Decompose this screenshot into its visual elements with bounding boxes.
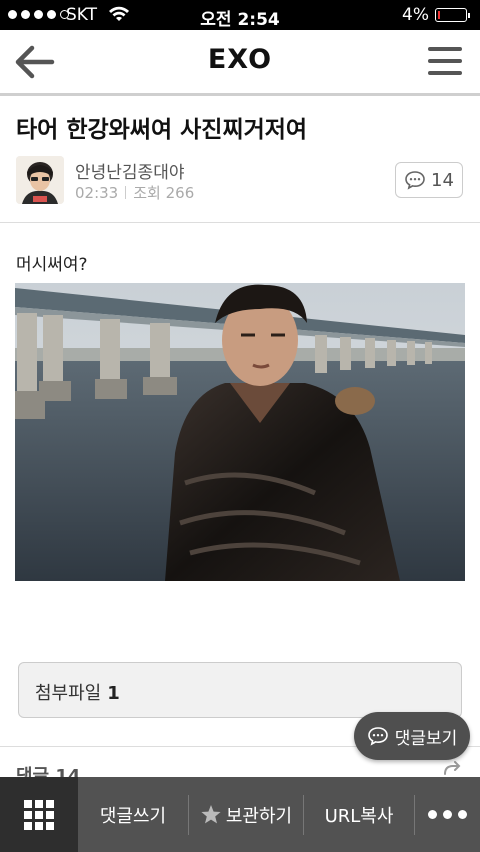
post-time: 02:33 — [75, 183, 119, 202]
status-bar: SKT 오전 2:54 4% — [0, 0, 480, 30]
speech-bubble-icon — [367, 727, 388, 746]
view-count: 조회 266 — [133, 184, 195, 202]
post-title: 타어 한강와써여 사진찌거저여 — [16, 117, 308, 143]
copy-url-button[interactable]: URL복사 — [304, 777, 414, 852]
hamburger-menu-icon[interactable] — [428, 47, 464, 77]
header-divider — [0, 222, 480, 223]
attachment-label: 첨부파일 1 — [35, 679, 120, 705]
battery-percent: 4% — [402, 5, 429, 25]
battery-icon — [435, 8, 470, 22]
author-name[interactable]: 안녕난김종대야 — [75, 158, 184, 183]
post-photo[interactable] — [15, 283, 465, 581]
post-body: 머시써여? — [16, 255, 88, 275]
comment-count-button[interactable]: 14 — [395, 162, 463, 198]
attachment-count: 1 — [107, 683, 120, 704]
copy-url-label: URL복사 — [324, 805, 394, 827]
attachment-text: 첨부파일 — [35, 683, 102, 704]
speech-bubble-icon — [405, 171, 425, 190]
more-button[interactable] — [415, 777, 479, 852]
bookmark-button[interactable]: 보관하기 — [189, 777, 303, 852]
view-comments-button[interactable]: 댓글보기 — [354, 712, 470, 760]
meta-divider — [125, 186, 127, 199]
nav-bar: EXO — [0, 30, 480, 96]
avatar[interactable] — [16, 156, 64, 204]
post-meta: 02:33 조회 266 — [75, 182, 194, 203]
write-comment-label: 댓글쓰기 — [99, 805, 167, 827]
app-grid-button[interactable] — [0, 777, 78, 852]
bottom-toolbar: 댓글쓰기 보관하기 URL복사 — [0, 777, 480, 852]
grid-icon — [24, 799, 54, 830]
more-dots-icon — [427, 810, 467, 819]
write-comment-button[interactable]: 댓글쓰기 — [78, 777, 188, 852]
comment-count: 14 — [431, 169, 454, 191]
refresh-icon[interactable] — [442, 760, 462, 778]
star-icon — [201, 805, 221, 824]
attachment-bar[interactable]: 첨부파일 1 — [18, 662, 462, 718]
bookmark-label: 보관하기 — [225, 805, 293, 827]
view-comments-label: 댓글보기 — [394, 728, 458, 749]
page-title: EXO — [207, 44, 273, 75]
